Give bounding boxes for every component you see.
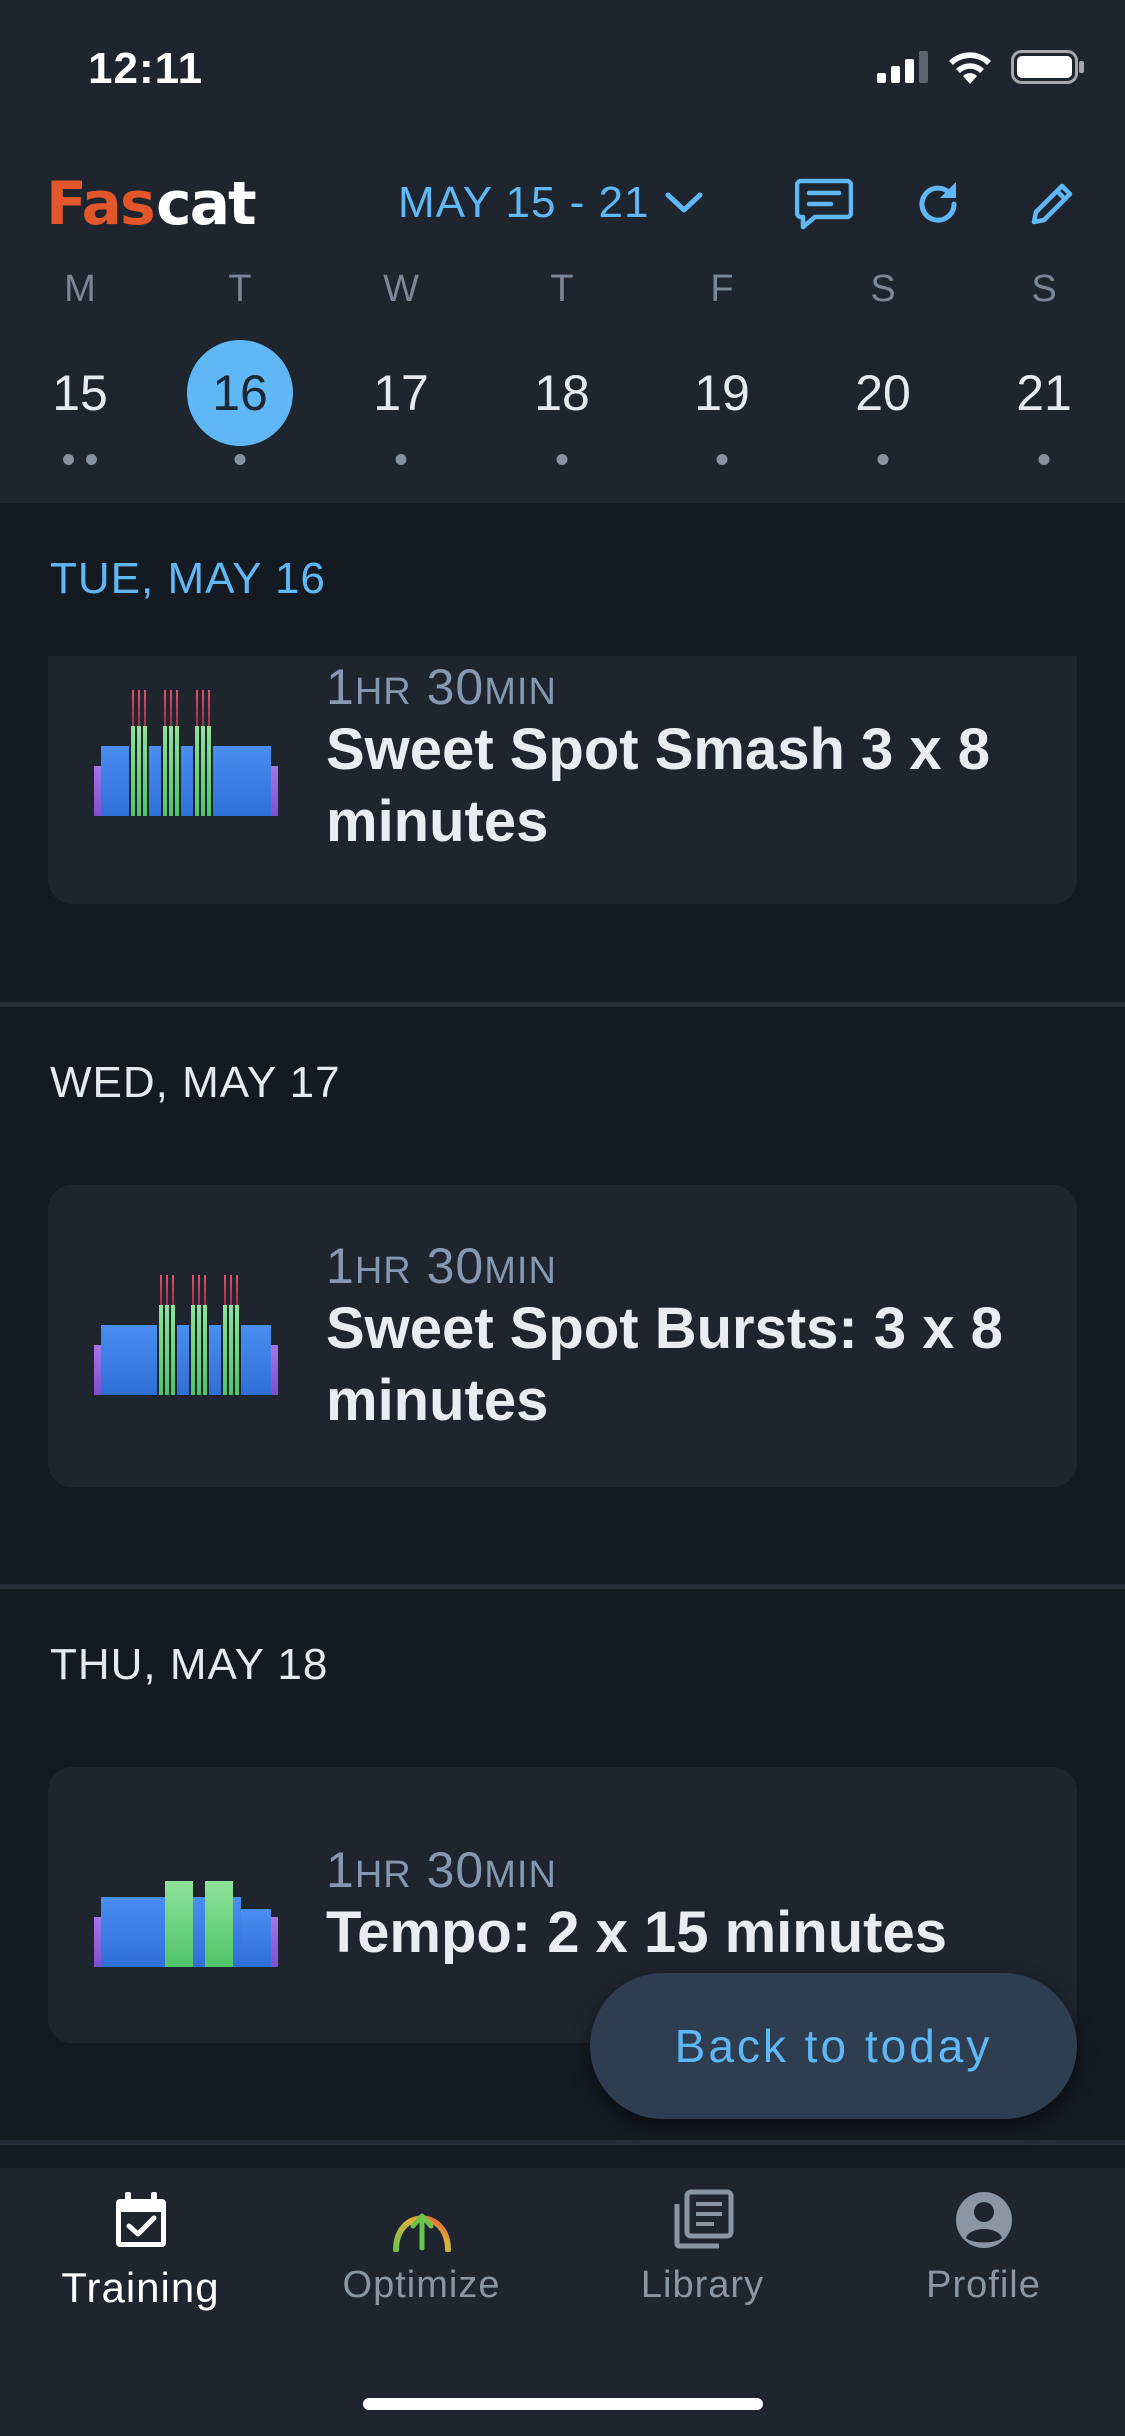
header: 12:11 Fas cat MAY 15 - 21 M T W T F S S …	[0, 0, 1125, 503]
tab-profile[interactable]: Profile	[843, 2168, 1124, 2338]
pencil-icon	[1031, 183, 1073, 225]
day-heading: THU, MAY 18	[50, 1640, 329, 1689]
logo-part-cat: cat	[156, 172, 256, 234]
workout-name: Sweet Spot Smash 3 x 8 minutes	[326, 717, 991, 854]
logo-part-fas: Fas	[46, 172, 154, 234]
battery-icon	[1011, 50, 1084, 84]
optimize-arrow-icon	[392, 2213, 451, 2252]
weekday-label: T	[550, 268, 574, 310]
day-heading: WED, MAY 17	[50, 1058, 341, 1107]
tab-label: Library	[640, 2264, 765, 2306]
tab-training[interactable]: Training	[0, 2168, 281, 2338]
workout-profile-thumbnail	[94, 690, 278, 816]
profile-icon	[955, 2192, 1012, 2248]
workout-name: Sweet Spot Bursts: 3 x 8 minutes	[326, 1296, 1003, 1433]
weekday-label: S	[870, 268, 896, 310]
divider	[0, 1584, 1125, 1589]
tab-label: Optimize	[342, 2264, 501, 2306]
tab-library[interactable]: Library	[562, 2168, 843, 2338]
workout-card[interactable]: 1HR 30MIN Sweet Spot Bursts: 3 x 8 minut…	[48, 1185, 1077, 1487]
tab-label: Training	[61, 2264, 220, 2311]
weekday-label: M	[64, 268, 96, 310]
weekday-label: S	[1031, 268, 1057, 310]
refresh-icon	[919, 182, 957, 223]
day-button[interactable]: 21	[991, 340, 1097, 446]
wifi-icon	[949, 52, 991, 84]
home-indicator	[363, 2398, 763, 2410]
weekday-label: W	[383, 268, 419, 310]
workout-duration: 1HR 30MIN	[326, 659, 557, 715]
workout-name: Tempo: 2 x 15 minutes	[326, 1900, 947, 1965]
edit-button[interactable]	[1020, 172, 1084, 236]
week-range-selector[interactable]: MAY 15 - 21	[398, 178, 704, 228]
back-to-today-button[interactable]: Back to today	[590, 1973, 1077, 2119]
workout-indicator	[63, 454, 97, 466]
status-icons	[877, 50, 1085, 84]
workout-profile-thumbnail	[94, 1881, 278, 1967]
week-range-label: MAY 15 - 21	[398, 178, 650, 227]
library-icon	[674, 2189, 733, 2249]
workout-indicator	[877, 454, 889, 466]
day-button[interactable]: 20	[830, 340, 936, 446]
divider	[0, 1002, 1125, 1007]
workout-indicator	[716, 454, 728, 466]
workout-profile-thumbnail	[94, 1275, 278, 1395]
refresh-button[interactable]	[906, 172, 970, 236]
day-button[interactable]: 18	[509, 340, 615, 446]
messages-button[interactable]	[792, 172, 856, 236]
calendar-check-icon	[115, 2192, 166, 2247]
workout-indicator	[395, 454, 407, 466]
weekday-label: F	[710, 268, 734, 310]
workout-indicator	[1038, 454, 1050, 466]
weekday-label: T	[228, 268, 252, 310]
tab-label: Profile	[926, 2264, 1041, 2306]
day-heading-today: TUE, MAY 16	[50, 554, 326, 603]
status-time: 12:11	[88, 44, 204, 93]
workout-indicator	[556, 454, 568, 466]
day-button-selected[interactable]: 16	[187, 340, 293, 446]
tab-optimize[interactable]: Optimize	[281, 2168, 562, 2338]
tab-bar: Training Optimize Library Profile	[0, 2168, 1125, 2436]
chevron-down-icon	[665, 192, 702, 213]
day-button[interactable]: 17	[348, 340, 454, 446]
signal-icon	[877, 51, 928, 83]
workout-indicator	[234, 454, 246, 466]
workout-card[interactable]: 1HR 30MIN Sweet Spot Smash 3 x 8 minutes	[48, 656, 1077, 904]
workout-duration: 1HR 30MIN	[326, 1842, 557, 1898]
chat-icon	[795, 178, 853, 230]
day-button[interactable]: 15	[27, 340, 133, 446]
divider	[0, 2140, 1125, 2145]
fascat-logo: Fas cat	[46, 172, 258, 234]
workout-duration: 1HR 30MIN	[326, 1238, 557, 1294]
day-button[interactable]: 19	[669, 340, 775, 446]
